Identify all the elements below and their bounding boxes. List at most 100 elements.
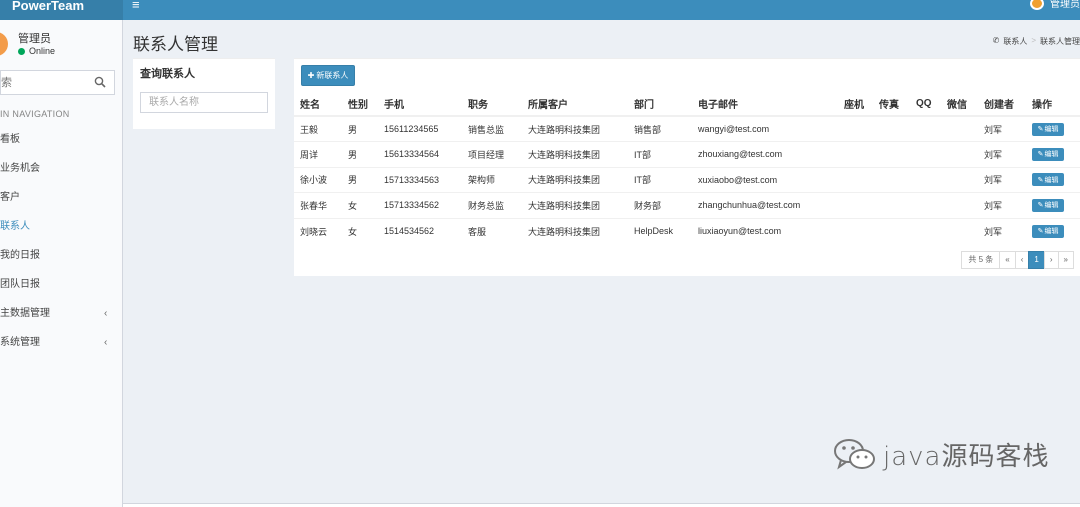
table-cell-email: wangyi@test.com <box>692 115 838 142</box>
column-header: 操作 <box>1026 91 1080 117</box>
contact-name-search-input[interactable] <box>140 92 268 113</box>
table-row: 张春华女 15713334562 财务总监 大连路明科技集团 财务部 zhangchunh… <box>294 192 1080 218</box>
header-user-menu[interactable]: 管理员 <box>1030 0 1080 14</box>
table-cell-qq <box>910 192 941 218</box>
table-cell-action: ✎ 编辑 <box>1026 192 1080 218</box>
last-page-button[interactable]: » <box>1057 251 1074 269</box>
hamburger-icon[interactable]: ≡ <box>132 0 140 14</box>
sidebar-user-name: 管理员 <box>18 33 51 45</box>
table-cell-action: ✎ 编辑 <box>1026 217 1080 244</box>
edit-button[interactable]: ✎ 编辑 <box>1032 173 1064 187</box>
query-title: 查询联系人 <box>140 68 195 80</box>
table-cell-mobile: 15713334562 <box>378 192 462 218</box>
column-header: 所属客户 <box>522 91 628 117</box>
column-header: 手机 <box>378 91 462 117</box>
contacts-panel: ✚ 新联系人 姓名 性别 手机 职务 所属客户 部门 电子邮件 座机 传真 QQ… <box>294 58 1080 276</box>
column-header: 性别 <box>342 91 378 117</box>
breadcrumb-item[interactable]: 联系人 <box>1003 36 1027 47</box>
table-cell-gender: 女 <box>342 192 378 218</box>
edit-button[interactable]: ✎ 编辑 <box>1032 198 1064 212</box>
table-cell-customer: 大连路明科技集团 <box>522 192 628 218</box>
table-cell-email: zhouxiang@test.com <box>692 141 838 167</box>
sidebar-item-system[interactable]: 系统管理 ‹ <box>0 328 123 357</box>
table-cell-qq <box>910 141 941 167</box>
add-contact-button[interactable]: ✚ 新联系人 <box>301 65 355 86</box>
chevron-left-icon: ‹ <box>104 337 108 348</box>
table-row: 王毅男 15611234565 销售总监 大连路明科技集团 销售部 wangyi@test… <box>294 115 1080 142</box>
edit-label: 编辑 <box>1044 202 1059 210</box>
table-cell-qq <box>910 166 941 193</box>
sidebar-item-opportunities[interactable]: 业务机会 <box>0 154 123 183</box>
first-page-button[interactable]: « <box>999 251 1016 269</box>
sidebar-search <box>0 70 115 95</box>
sidebar-item-master-data[interactable]: 主数据管理 ‹ <box>0 299 123 328</box>
table-cell-name: 刘晓云 <box>294 217 342 244</box>
table-cell-name: 周详 <box>294 141 342 167</box>
add-contact-label: 新联系人 <box>316 71 349 80</box>
edit-button[interactable]: ✎ 编辑 <box>1032 122 1064 136</box>
header-user-name: 管理员 <box>1050 0 1080 10</box>
watermark: java源码客栈 <box>833 436 1049 473</box>
sidebar-item-team-daily-report[interactable]: 团队日报 <box>0 270 123 299</box>
table-body: 王毅男 15611234565 销售总监 大连路明科技集团 销售部 wangyi@test… <box>294 115 1080 244</box>
sidebar: 管理员 Online IN NAVIGATION 看板 业务机会 客户 联系人 … <box>0 20 123 507</box>
table-cell-fax <box>873 217 910 244</box>
table-cell-creator: 刘军 <box>978 166 1026 193</box>
column-header: QQ <box>910 91 941 117</box>
next-page-button[interactable]: › <box>1043 251 1059 269</box>
table-cell-mobile: 15613334564 <box>378 141 462 167</box>
table-cell-creator: 刘军 <box>978 192 1026 218</box>
sidebar-item-dashboard[interactable]: 看板 <box>0 125 123 154</box>
breadcrumb: ✆ 联系人 > 联系人管理 <box>993 36 1080 47</box>
column-header: 职务 <box>462 91 522 117</box>
footer <box>123 503 1080 507</box>
edit-button[interactable]: ✎ 编辑 <box>1032 224 1064 238</box>
pencil-icon: ✎ <box>1037 151 1044 159</box>
page-1-button[interactable]: 1 <box>1028 251 1045 269</box>
table-cell-mobile: 1514534562 <box>378 217 462 244</box>
sidebar-item-customers[interactable]: 客户 <box>0 183 123 212</box>
table-cell-customer: 大连路明科技集团 <box>522 115 628 142</box>
sidebar-item-contacts[interactable]: 联系人 <box>0 212 123 241</box>
page-title: 联系人管理 <box>133 35 218 54</box>
table-cell-action: ✎ 编辑 <box>1026 166 1080 193</box>
table-cell-customer: 大连路明科技集团 <box>522 141 628 167</box>
prev-page-button[interactable]: ‹ <box>1014 251 1030 269</box>
wechat-icon <box>834 438 875 469</box>
chevron-left-icon: ‹ <box>104 308 108 319</box>
table-cell-title: 项目经理 <box>462 141 522 167</box>
contacts-table: 姓名 性别 手机 职务 所属客户 部门 电子邮件 座机 传真 QQ 微信 创建者… <box>294 91 1080 244</box>
edit-button[interactable]: ✎ 编辑 <box>1032 147 1064 161</box>
table-cell-email: liuxiaoyun@test.com <box>692 217 838 244</box>
sidebar-item-my-daily-report[interactable]: 我的日报 <box>0 241 123 270</box>
table-cell-wechat <box>941 115 978 142</box>
watermark-text: java源码客栈 <box>883 442 1050 472</box>
table-cell-title: 销售总监 <box>462 115 522 142</box>
sidebar-item-label: 客户 <box>0 192 20 203</box>
table-cell-creator: 刘军 <box>978 217 1026 244</box>
table-cell-gender: 女 <box>342 217 378 244</box>
table-cell-phone <box>838 166 873 193</box>
user-status-label: Online <box>29 46 56 56</box>
table-cell-phone <box>838 192 873 218</box>
pencil-icon: ✎ <box>1037 202 1044 210</box>
breadcrumb-item-current: 联系人管理 <box>1040 37 1080 46</box>
table-cell-mobile: 15611234565 <box>378 115 462 142</box>
table-cell-dept: IT部 <box>628 141 692 167</box>
avatar <box>1030 0 1044 10</box>
table-cell-title: 财务总监 <box>462 192 522 218</box>
app-logo[interactable]: PowerTeam <box>0 0 123 20</box>
table-cell-customer: 大连路明科技集团 <box>522 166 628 193</box>
table-row: 徐小波男 15713334563 架构师 大连路明科技集团 IT部 xuxiaobo@te… <box>294 166 1080 193</box>
table-cell-phone <box>838 115 873 142</box>
table-cell-title: 架构师 <box>462 166 522 193</box>
table-cell-phone <box>838 141 873 167</box>
sidebar-search-input[interactable] <box>1 71 91 94</box>
table-cell-fax <box>873 166 910 193</box>
online-status-icon <box>18 47 25 55</box>
search-icon[interactable] <box>94 76 106 88</box>
edit-label: 编辑 <box>1044 176 1059 184</box>
table-cell-wechat <box>941 217 978 244</box>
edit-label: 编辑 <box>1044 126 1059 133</box>
sidebar-item-label: 我的日报 <box>0 250 40 261</box>
